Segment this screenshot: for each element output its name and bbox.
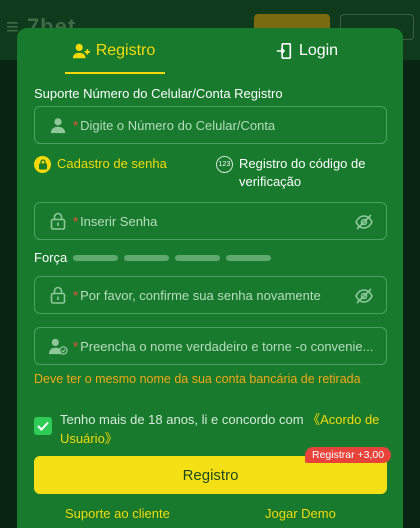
required-mark: * [73,213,79,229]
strength-bar [175,254,221,261]
required-mark: * [73,338,79,354]
user-icon [43,116,73,134]
real-name-input[interactable] [80,331,381,361]
option-password-signup[interactable]: Cadastro de senha [34,155,167,173]
user-plus-icon [72,43,90,59]
user-check-icon [43,337,73,355]
agreement-label: Tenho mais de 18 anos, li e concordo com [60,412,308,427]
option-verification-code[interactable]: 123 Registro do código de verificação [216,155,386,191]
option-code-label: Registro do código de verificação [239,156,366,189]
strength-bar [73,254,119,261]
phone-input[interactable] [80,110,351,140]
confirm-password-field[interactable]: * [34,276,387,314]
section-label: Suporte Número do Celular/Conta Registro [34,86,283,101]
tab-login-label: Login [298,42,339,59]
name-warning: Deve ter o mesmo nome da sua conta bancá… [34,372,361,386]
tab-login[interactable]: Login [210,28,403,74]
register-modal: Registro Login Suporte Número do Celular… [17,28,403,528]
eye-off-icon[interactable] [354,212,374,232]
lock-icon [43,286,73,304]
password-field[interactable]: * [34,202,387,240]
customer-support-link[interactable]: Suporte ao cliente [65,506,170,521]
auth-tabs: Registro Login [17,28,403,74]
option-password-label: Cadastro de senha [57,156,167,171]
phone-field[interactable]: * [34,106,387,144]
code-123-icon: 123 [216,156,233,173]
required-mark: * [73,287,79,303]
real-name-field[interactable]: * [34,327,387,365]
eye-off-icon[interactable] [354,286,374,306]
agreement-text: Tenho mais de 18 anos, li e concordo com… [34,410,389,448]
background-right-edge [403,60,420,528]
confirm-password-input[interactable] [80,280,351,310]
lock-selected-icon [34,156,51,173]
strength-bar [226,254,272,261]
tab-register[interactable]: Registro [17,28,210,74]
lock-icon [43,212,73,230]
password-input[interactable] [80,206,351,236]
active-tab-indicator [65,72,165,74]
demo-play-link[interactable]: Jogar Demo [265,506,336,521]
required-mark: * [73,117,79,133]
tab-register-label: Registro [95,42,156,59]
background-left-edge [0,60,17,528]
register-bonus-badge: Registrar +3,00 [305,447,392,463]
strength-bar [124,254,170,261]
password-strength: Força [34,250,272,265]
door-enter-icon [276,42,292,60]
strength-label: Força [34,250,68,265]
